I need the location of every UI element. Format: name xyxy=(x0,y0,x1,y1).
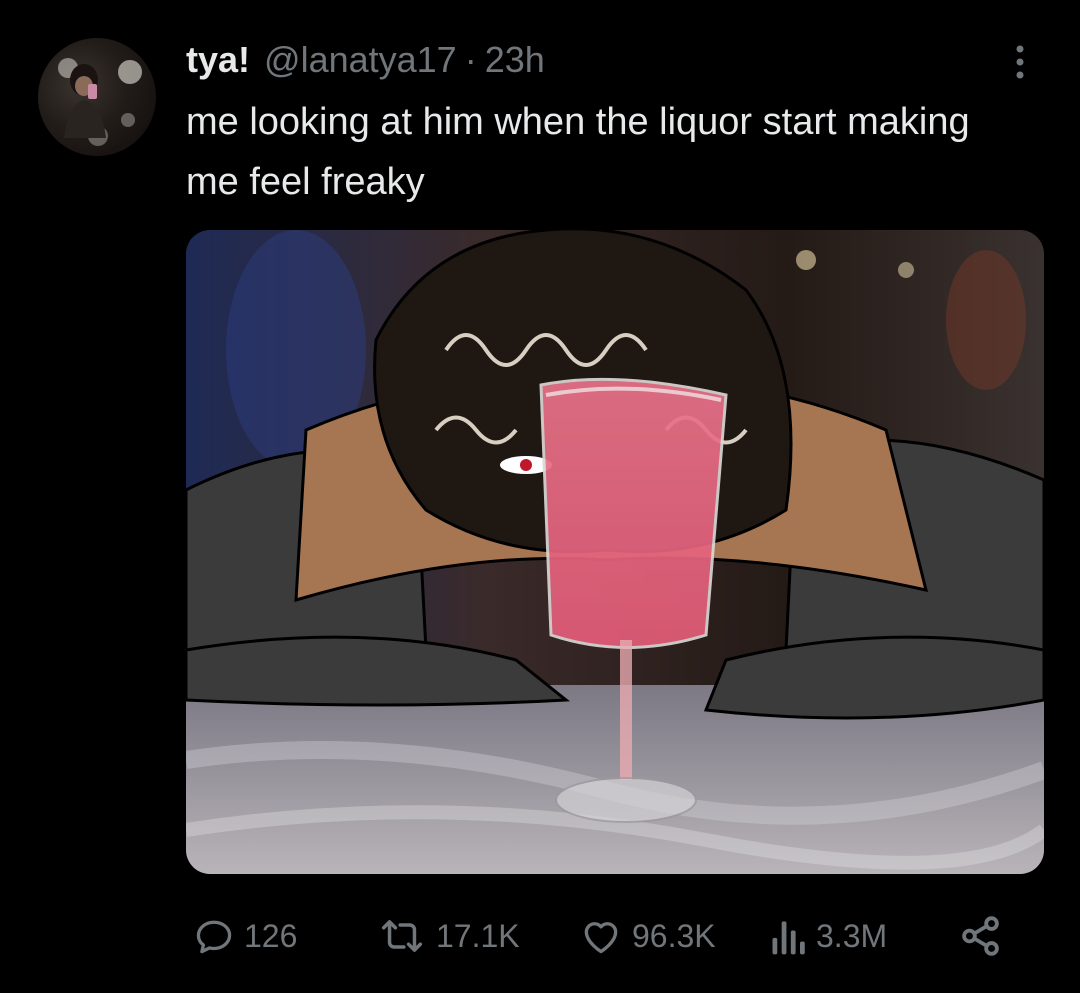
tweet-header: tya! @lanatya17 · 23h xyxy=(186,38,545,82)
repost-count: 17.1K xyxy=(436,917,520,954)
view-count: 3.3M xyxy=(816,917,888,954)
more-options-button[interactable] xyxy=(1002,40,1038,84)
like-button[interactable]: 96.3K xyxy=(578,908,716,964)
views-button[interactable]: 3.3M xyxy=(770,908,887,964)
repost-button[interactable]: 17.1K xyxy=(376,908,520,964)
views-icon xyxy=(772,921,805,955)
reply-button[interactable]: 126 xyxy=(192,908,297,964)
reply-count: 126 xyxy=(244,917,298,954)
like-count: 96.3K xyxy=(632,917,716,954)
tweet-timestamp[interactable]: 23h xyxy=(485,39,545,81)
more-icon xyxy=(1016,45,1024,79)
header-separator: · xyxy=(464,39,477,80)
tweet-actions-bar: 126 17.1K 96.3K 3.3M xyxy=(186,908,1044,964)
tweet-media-image[interactable] xyxy=(186,230,1044,874)
like-icon xyxy=(584,922,618,954)
author-handle[interactable]: @lanatya17 xyxy=(264,39,457,81)
author-display-name[interactable]: tya! xyxy=(186,39,250,81)
repost-icon xyxy=(381,920,423,952)
author-avatar[interactable] xyxy=(38,38,156,156)
share-icon xyxy=(962,916,999,956)
reply-icon xyxy=(196,920,232,954)
tweet-text: me looking at him when the liquor start … xyxy=(186,101,970,203)
share-button[interactable] xyxy=(958,908,1004,964)
